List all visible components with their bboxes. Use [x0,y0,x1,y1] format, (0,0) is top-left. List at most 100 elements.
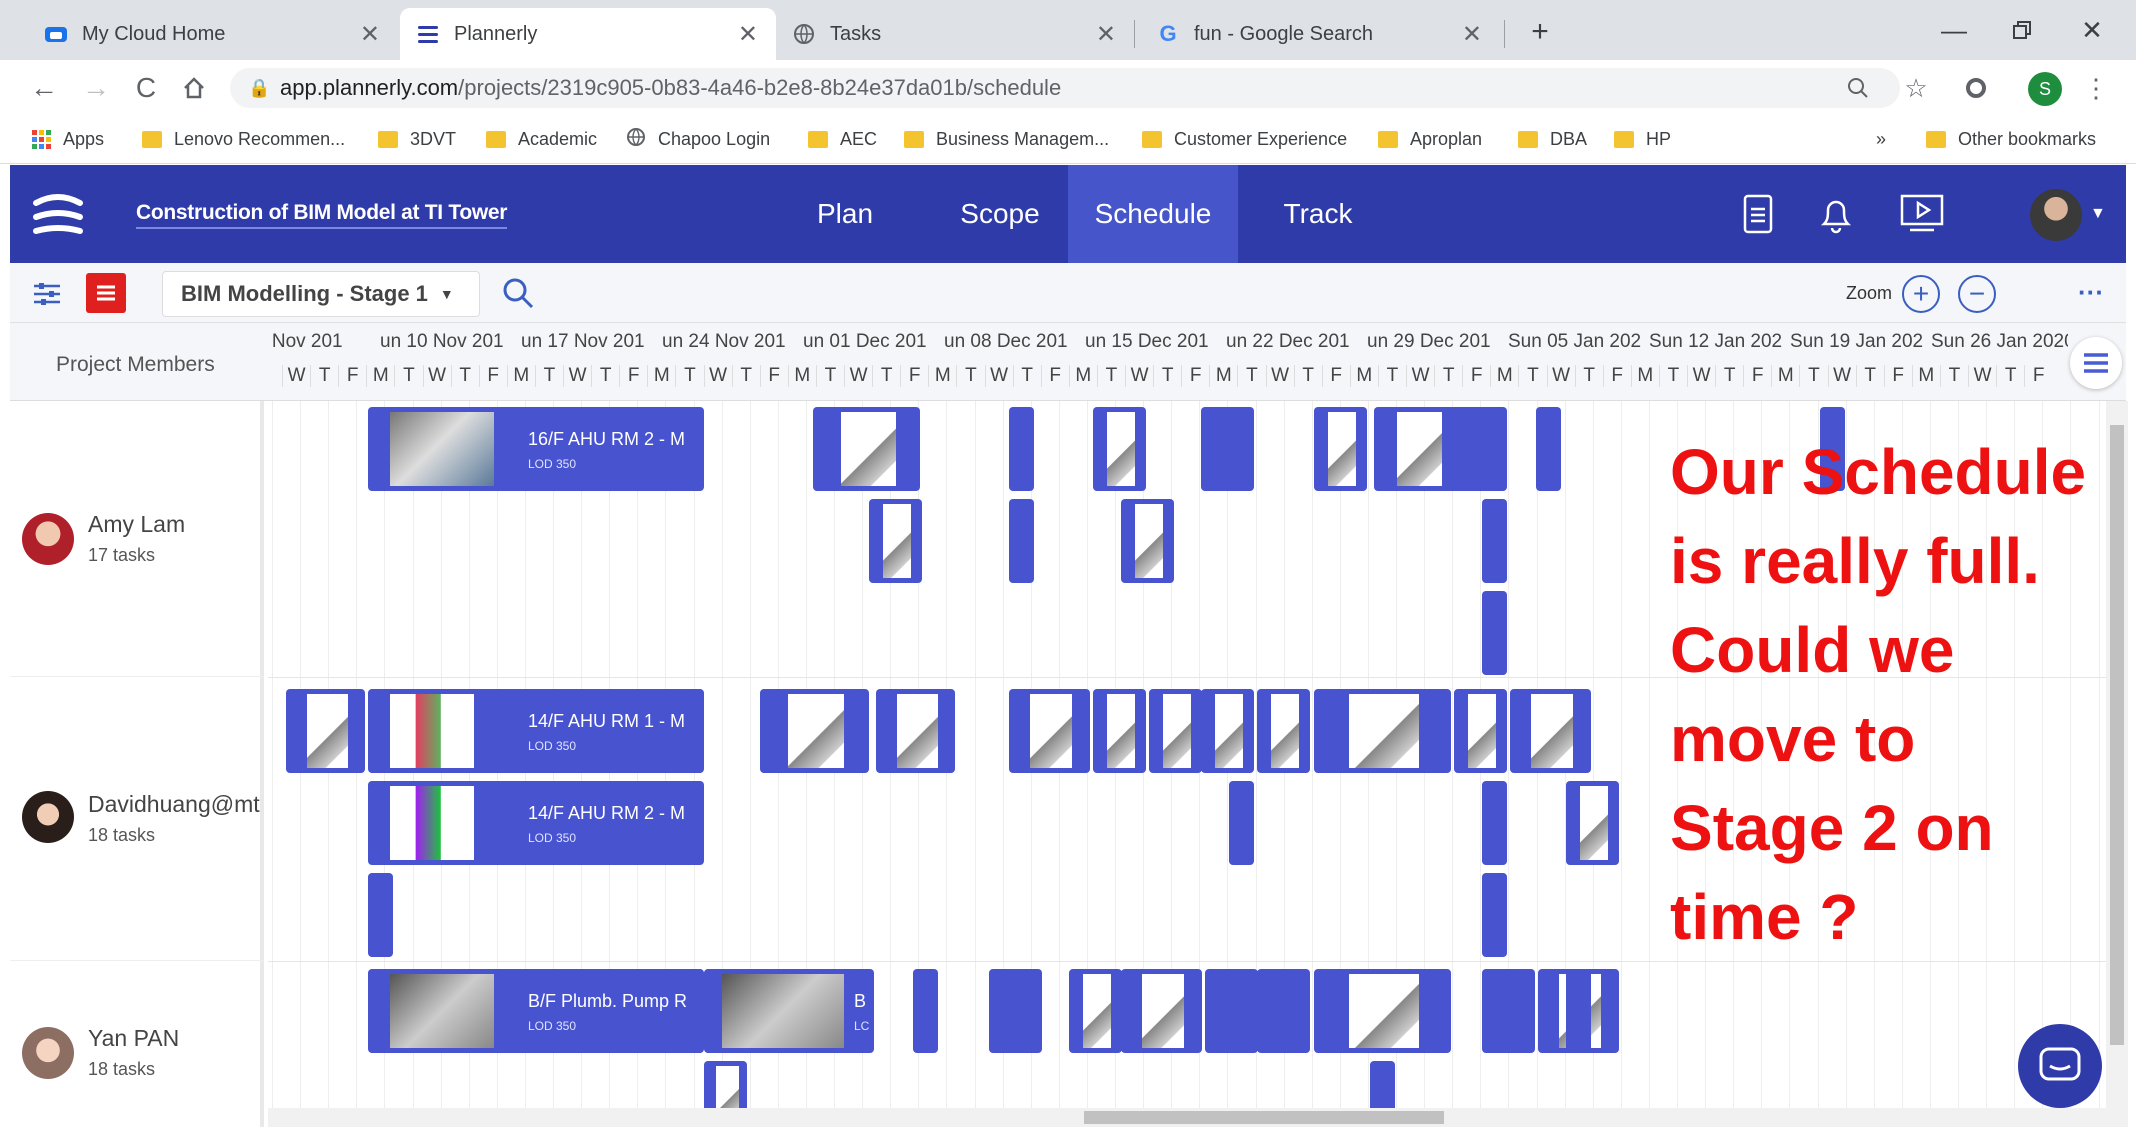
list-view-icon[interactable] [86,273,126,313]
scrollbar-thumb[interactable] [1084,1111,1444,1124]
reload-icon[interactable]: C [128,70,164,106]
bookmark-folder[interactable]: Academic [486,126,597,152]
task-bar[interactable] [1149,689,1202,773]
close-tab-icon[interactable]: ✕ [360,20,380,49]
member-row[interactable]: Davidhuang@mt 18 tasks [10,677,264,961]
bookmark-apps[interactable]: Apps [32,126,104,152]
task-bar[interactable]: 14/F AHU RM 1 - M LOD 350 [368,689,704,773]
bell-icon[interactable] [1814,191,1858,237]
task-bar[interactable] [869,499,922,583]
url-field[interactable]: 🔒 app.plannerly.com/projects/2319c905-0b… [230,68,1900,108]
task-bar[interactable] [1482,969,1535,1053]
tab-schedule[interactable]: Schedule [1068,165,1238,263]
bookmark-folder[interactable]: DBA [1518,126,1587,152]
task-bar[interactable] [1201,407,1254,491]
task-bar[interactable] [760,689,869,773]
search-icon[interactable] [498,273,538,313]
forward-arrow-icon[interactable]: → [78,70,114,106]
task-bar[interactable] [1009,407,1034,491]
task-bar[interactable]: B LC [704,969,874,1053]
stage-dropdown[interactable]: BIM Modelling - Stage 1 ▼ [162,271,480,317]
task-bar[interactable] [876,689,955,773]
extension-icon[interactable] [1960,72,1992,104]
close-tab-icon[interactable]: ✕ [1462,20,1482,49]
task-bar[interactable] [1257,969,1310,1053]
profile-avatar[interactable]: S [2028,72,2062,106]
task-bar[interactable] [1069,969,1122,1053]
bookmark-other[interactable]: Other bookmarks [1926,126,2096,152]
task-bar[interactable] [1205,969,1258,1053]
close-tab-icon[interactable]: ✕ [738,20,758,49]
task-bar[interactable] [1121,969,1202,1053]
zoom-in-icon[interactable]: + [1902,275,1940,313]
task-bar[interactable] [1374,407,1461,491]
task-bar[interactable] [1009,689,1090,773]
bookmark-folder[interactable]: AEC [808,126,877,152]
task-bar[interactable] [989,969,1042,1053]
tab-track[interactable]: Track [1238,165,1398,263]
bookmark-folder[interactable]: Business Managem... [904,126,1109,152]
browser-tab-google-search[interactable]: G fun - Google Search ✕ [1140,8,1500,60]
task-bar[interactable] [1482,499,1507,583]
filter-sliders-icon[interactable] [30,277,64,311]
bookmark-folder[interactable]: Lenovo Recommen... [142,126,345,152]
bookmark-star-icon[interactable]: ☆ [1900,72,1932,104]
task-bar[interactable] [1482,591,1507,675]
bookmark-folder[interactable]: HP [1614,126,1671,152]
task-bar[interactable] [1454,407,1507,491]
task-bar[interactable] [1093,407,1146,491]
chevron-down-icon[interactable]: ▼ [2090,205,2106,223]
close-window-icon[interactable]: ✕ [2068,10,2116,50]
task-bar[interactable] [1454,689,1507,773]
bookmark-folder[interactable]: 3DVT [378,126,456,152]
browser-tab-my-cloud-home[interactable]: My Cloud Home ✕ [28,8,398,60]
bookmark-folder[interactable]: Aproplan [1378,126,1482,152]
horizontal-scrollbar[interactable] [268,1108,2106,1127]
task-bar[interactable] [1093,689,1146,773]
task-bar[interactable] [1009,499,1034,583]
scrollbar-thumb[interactable] [2110,425,2124,1045]
task-bar[interactable] [1121,499,1174,583]
task-bar[interactable] [1482,781,1507,865]
zoom-magnifier-icon[interactable] [1842,72,1874,104]
task-bar[interactable] [1510,689,1591,773]
task-bar[interactable] [1536,407,1561,491]
zoom-out-icon[interactable]: − [1958,275,1996,313]
side-menu-icon[interactable] [2070,337,2122,389]
vertical-scrollbar[interactable] [2106,401,2128,1127]
chat-support-icon[interactable] [2018,1024,2102,1108]
tab-scope[interactable]: Scope [930,165,1070,263]
bookmark-link[interactable]: Chapoo Login [626,126,770,152]
task-bar[interactable] [1201,689,1254,773]
back-arrow-icon[interactable]: ← [26,70,62,106]
task-bar[interactable] [1566,969,1591,1053]
bookmark-folder[interactable]: Customer Experience [1142,126,1347,152]
browser-tab-tasks[interactable]: Tasks ✕ [776,8,1134,60]
member-row[interactable]: Yan PAN 18 tasks [10,961,264,1127]
task-bar[interactable] [1482,873,1507,957]
task-bar[interactable] [368,873,393,957]
task-bar[interactable] [1566,781,1619,865]
more-options-icon[interactable]: ··· [2078,277,2104,308]
member-row[interactable]: Amy Lam 17 tasks [10,401,264,677]
task-bar[interactable] [1314,969,1451,1053]
document-icon[interactable] [1736,191,1780,237]
task-bar[interactable] [913,969,938,1053]
task-bar[interactable] [1314,689,1451,773]
home-icon[interactable] [176,70,212,106]
task-bar[interactable] [813,407,920,491]
presentation-icon[interactable] [1898,191,1946,237]
task-bar[interactable]: 16/F AHU RM 2 - M LOD 350 [368,407,704,491]
task-bar[interactable] [1314,407,1367,491]
plannerly-logo-icon[interactable] [30,187,86,243]
minimize-window-icon[interactable]: — [1930,10,1978,50]
task-bar[interactable] [1257,689,1310,773]
tab-plan[interactable]: Plan [780,165,910,263]
restore-window-icon[interactable] [1998,10,2046,50]
project-title-link[interactable]: Construction of BIM Model at TI Tower [136,201,507,229]
task-bar[interactable]: B/F Plumb. Pump R LOD 350 [368,969,704,1053]
bookmarks-overflow-button[interactable]: » [1876,126,1886,152]
task-bar[interactable] [286,689,365,773]
close-tab-icon[interactable]: ✕ [1096,20,1116,49]
task-bar[interactable] [1229,781,1254,865]
